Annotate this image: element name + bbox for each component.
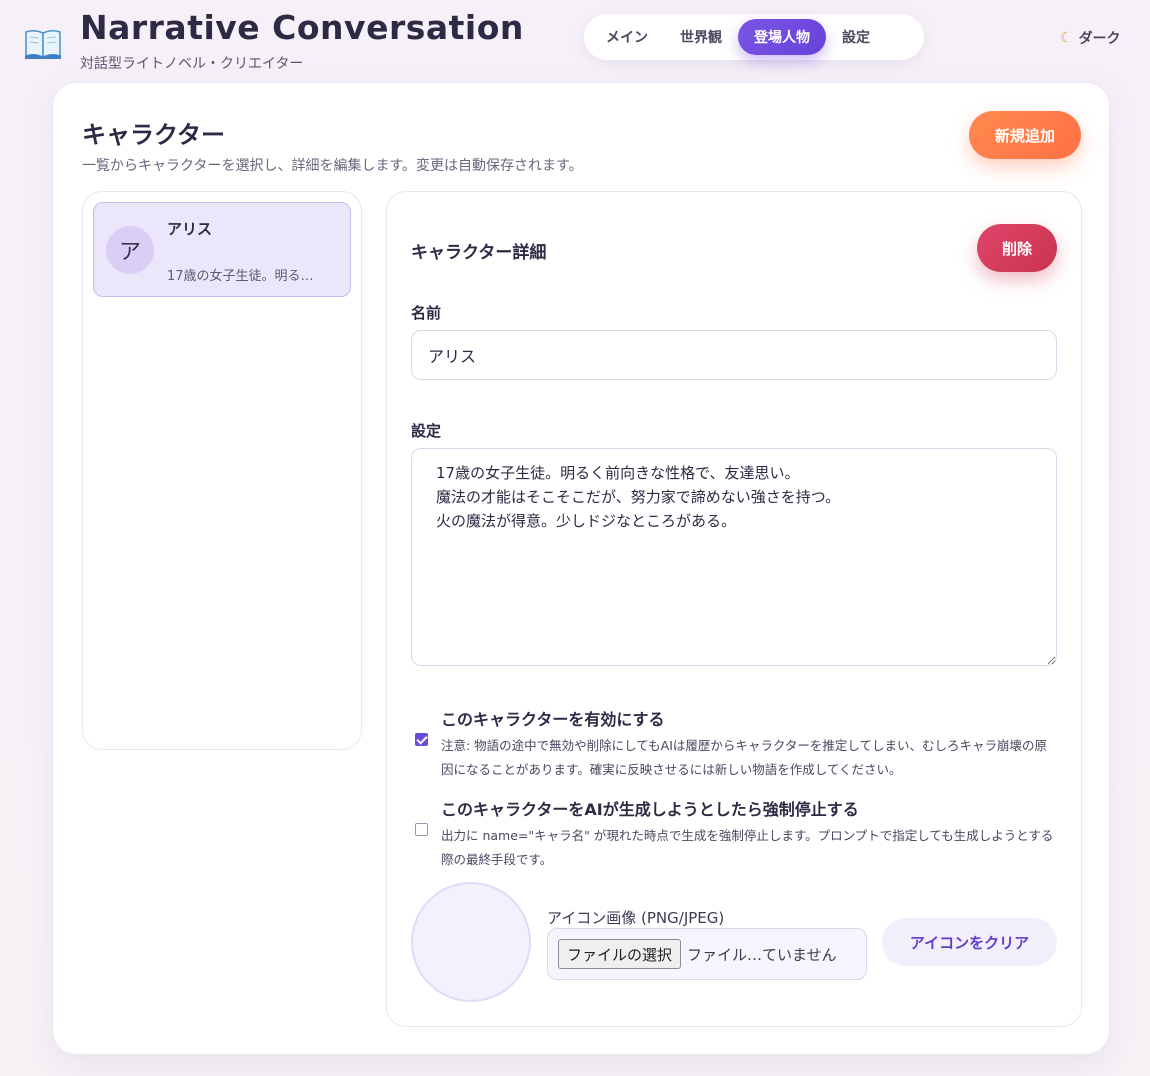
tab-main[interactable]: メイン <box>590 19 664 55</box>
file-input: ファイルの選択 ファイル…ていません <box>547 928 867 980</box>
main-card: キャラクター 一覧からキャラクターを選択し、詳細を編集します。変更は自動保存され… <box>52 82 1110 1055</box>
name-input[interactable] <box>411 330 1057 380</box>
tab-settings[interactable]: 設定 <box>826 19 886 55</box>
character-snippet: 17歳の女子生徒。明る… <box>167 269 314 284</box>
add-character-button[interactable]: 新規追加 <box>969 111 1081 159</box>
character-list: ア アリス 17歳の女子生徒。明る… <box>82 191 362 750</box>
enable-note: 注意: 物語の途中で無効や削除にしてもAIは履歴からキャラクターを推定してしまい… <box>441 738 1048 777</box>
detail-title: キャラクター詳細 <box>411 243 547 263</box>
moon-icon: ☾ <box>1060 30 1073 46</box>
character-detail-panel: キャラクター詳細 削除 名前 設定 17歳の女子生徒。明るく前向きな性格で、友達… <box>386 191 1082 1027</box>
main-nav: メイン 世界観 登場人物 設定 <box>584 14 924 60</box>
theme-toggle-label: ダーク <box>1078 31 1121 47</box>
app-title: Narrative Conversation <box>80 8 524 47</box>
clear-icon-button[interactable]: アイコンをクリア <box>882 918 1057 966</box>
tab-world[interactable]: 世界観 <box>664 19 738 55</box>
delete-character-button[interactable]: 削除 <box>977 224 1057 272</box>
force-stop-option: このキャラクターをAIが生成しようとしたら強制停止する 出力に name="キャ… <box>411 796 1057 867</box>
enable-title: このキャラクターを有効にする <box>441 710 665 729</box>
enable-option: このキャラクターを有効にする 注意: 物語の途中で無効や削除にしてもAIは履歴か… <box>411 706 1057 777</box>
icon-image-label: アイコン画像 (PNG/JPEG) <box>547 909 725 927</box>
icon-preview <box>411 882 531 1002</box>
tab-characters[interactable]: 登場人物 <box>738 19 826 55</box>
page-title: キャラクター <box>82 121 226 149</box>
force-stop-title: このキャラクターをAIが生成しようとしたら強制停止する <box>441 800 859 819</box>
choose-file-button[interactable]: ファイルの選択 <box>558 939 682 969</box>
book-icon <box>25 29 61 59</box>
character-list-item[interactable]: ア アリス 17歳の女子生徒。明る… <box>93 202 351 297</box>
settings-textarea[interactable]: 17歳の女子生徒。明るく前向きな性格で、友達思い。 魔法の才能はそこそこだが、努… <box>411 448 1057 666</box>
app-subtitle: 対話型ライトノベル・クリエイター <box>80 56 304 72</box>
name-label: 名前 <box>411 304 442 322</box>
character-name: アリス <box>167 220 213 238</box>
force-stop-note: 出力に name="キャラ名" が現れた時点で生成を強制停止します。プロンプトで… <box>441 828 1054 867</box>
avatar: ア <box>106 226 154 274</box>
settings-label: 設定 <box>411 422 442 440</box>
force-stop-checkbox[interactable] <box>415 823 428 836</box>
file-status: ファイル…ていません <box>687 945 837 964</box>
theme-toggle-button[interactable]: ☾ ダーク <box>1060 28 1121 48</box>
page-description: 一覧からキャラクターを選択し、詳細を編集します。変更は自動保存されます。 <box>82 158 583 174</box>
enable-checkbox[interactable] <box>415 733 428 746</box>
